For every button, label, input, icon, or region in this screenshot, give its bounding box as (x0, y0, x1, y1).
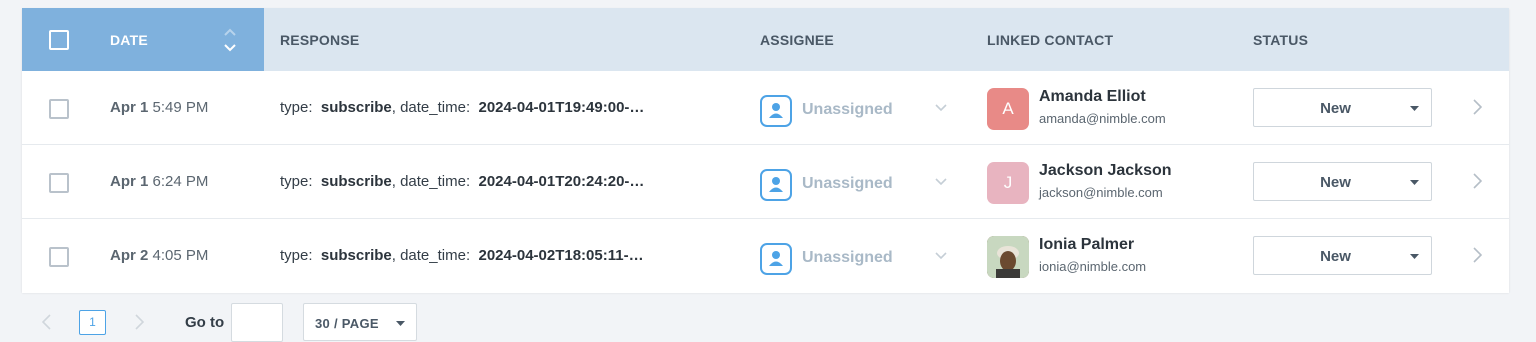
row-date: Apr 1 5:49 PM (110, 99, 209, 116)
pagination: 1 Go to 30 / PAGE (0, 300, 1536, 342)
chevron-down-icon[interactable] (935, 177, 947, 187)
responses-table: DATE RESPONSE ASSIGNEE LINKED CONTACT ST… (22, 8, 1509, 293)
contact-name[interactable]: Ionia Palmer (1039, 236, 1134, 254)
user-icon[interactable] (760, 169, 792, 201)
row-checkbox[interactable] (49, 247, 69, 267)
table-header: DATE RESPONSE ASSIGNEE LINKED CONTACT ST… (22, 8, 1509, 71)
table-row[interactable]: Apr 1 5:49 PM type: subscribe, date_time… (22, 71, 1509, 145)
row-checkbox[interactable] (49, 99, 69, 119)
column-header-status: STATUS (1253, 32, 1309, 48)
page-size-select[interactable]: 30 / PAGE (303, 303, 417, 341)
page-number-button[interactable]: 1 (79, 310, 106, 335)
column-header-date[interactable]: DATE (110, 32, 148, 48)
chevron-right-icon[interactable] (1472, 173, 1482, 189)
column-header-assignee: ASSIGNEE (760, 32, 834, 48)
user-icon[interactable] (760, 243, 792, 275)
goto-page-input[interactable] (231, 303, 283, 342)
date-header-cell[interactable]: DATE (22, 8, 264, 71)
chevron-down-icon[interactable] (935, 251, 947, 261)
table-row[interactable]: Apr 2 4:05 PM type: subscribe, date_time… (22, 219, 1509, 293)
status-select[interactable]: New (1253, 88, 1432, 127)
contact-name[interactable]: Amanda Elliot (1039, 88, 1146, 106)
user-icon[interactable] (760, 95, 792, 127)
column-header-linked-contact: LINKED CONTACT (987, 32, 1114, 48)
status-value: New (1320, 174, 1351, 191)
contact-name[interactable]: Jackson Jackson (1039, 162, 1172, 180)
row-checkbox[interactable] (49, 173, 69, 193)
assignee-dropdown[interactable]: Unassigned (802, 101, 893, 119)
caret-down-icon (396, 321, 405, 326)
contact-email: ionia@nimble.com (1039, 259, 1147, 274)
assignee-dropdown[interactable]: Unassigned (802, 175, 893, 193)
chevron-right-icon[interactable] (1472, 99, 1482, 115)
status-value: New (1320, 248, 1351, 265)
row-response: type: subscribe, date_time: 2024-04-02T1… (280, 247, 644, 264)
page-size-value: 30 / PAGE (315, 316, 379, 331)
assignee-dropdown[interactable]: Unassigned (802, 249, 893, 267)
avatar-photo[interactable] (987, 236, 1029, 278)
table-row[interactable]: Apr 1 6:24 PM type: subscribe, date_time… (22, 145, 1509, 219)
caret-down-icon (1410, 180, 1419, 185)
chevron-down-icon[interactable] (935, 103, 947, 113)
avatar[interactable]: J (987, 162, 1029, 204)
contact-email: jackson@nimble.com (1039, 185, 1163, 200)
sort-icon[interactable] (222, 26, 238, 54)
row-response: type: subscribe, date_time: 2024-04-01T1… (280, 99, 645, 116)
row-date: Apr 1 6:24 PM (110, 173, 209, 190)
status-select[interactable]: New (1253, 236, 1432, 275)
goto-label: Go to (185, 314, 225, 331)
column-header-response: RESPONSE (280, 32, 360, 48)
caret-down-icon (1410, 106, 1419, 111)
status-value: New (1320, 100, 1351, 117)
prev-page-icon[interactable] (42, 314, 52, 330)
row-date: Apr 2 4:05 PM (110, 247, 209, 264)
caret-down-icon (1410, 254, 1419, 259)
select-all-checkbox[interactable] (49, 30, 69, 50)
status-select[interactable]: New (1253, 162, 1432, 201)
chevron-right-icon[interactable] (1472, 247, 1482, 263)
contact-email: amanda@nimble.com (1039, 111, 1166, 126)
avatar[interactable]: A (987, 88, 1029, 130)
row-response: type: subscribe, date_time: 2024-04-01T2… (280, 173, 645, 190)
next-page-icon[interactable] (134, 314, 144, 330)
